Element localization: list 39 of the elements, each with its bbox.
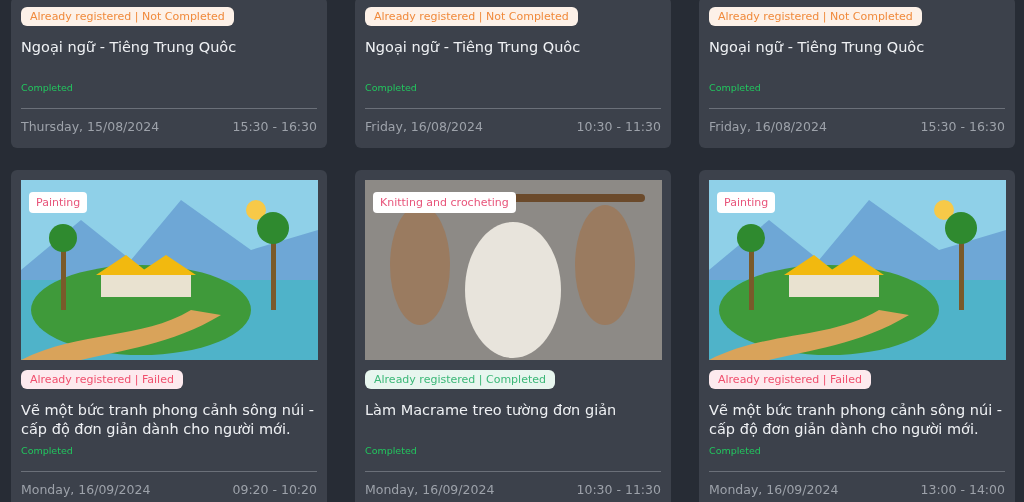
registration-status-badge: Already registered | Not Completed <box>709 7 922 26</box>
category-tag: Painting <box>717 192 776 213</box>
result-status: Completed <box>709 445 762 456</box>
session-time: 13:00 - 14:00 <box>920 482 1005 497</box>
course-title: Ngoại ngữ - Tiêng Trung Quôc <box>365 38 582 57</box>
course-card[interactable]: Painting Already registered | Failed Vẽ một bức tranh phong cảnh sông núi - cấp độ đơn giản dành cho người mới. Completed Monday, 16/09/2024 13:00 - 14:00 <box>699 170 1015 502</box>
result-status: Completed <box>365 82 418 93</box>
course-card[interactable]: Already registered | Not Completed Ngoại ngữ - Tiêng Trung Quôc Completed Friday, 16/08/2024 15:30 - 16:30 <box>699 0 1015 148</box>
session-time: 10:30 - 11:30 <box>576 119 661 134</box>
session-date: Monday, 16/09/2024 <box>21 482 151 497</box>
result-status: Completed <box>365 445 418 456</box>
session-date: Thursday, 15/08/2024 <box>21 119 160 134</box>
course-title: Làm Macrame treo tường đơn giản <box>365 401 618 420</box>
result-status: Completed <box>21 82 74 93</box>
session-date: Monday, 16/09/2024 <box>365 482 495 497</box>
session-time: 09:20 - 10:20 <box>232 482 317 497</box>
session-time: 10:30 - 11:30 <box>576 482 661 497</box>
registration-status-badge: Already registered | Failed <box>709 370 871 389</box>
registration-status-badge: Already registered | Completed <box>365 370 555 389</box>
course-card[interactable]: Knitting and crocheting Already registered | Completed Làm Macrame treo tường đơn giản Completed Monday, 16/09/2024 10:30 - 11:30 <box>355 170 671 502</box>
registration-status-badge: Already registered | Not Completed <box>365 7 578 26</box>
course-title: Vẽ một bức tranh phong cảnh sông núi - cấp độ đơn giản dành cho người mới. <box>709 401 1004 439</box>
session-time: 15:30 - 16:30 <box>232 119 317 134</box>
session-date: Friday, 16/08/2024 <box>365 119 483 134</box>
course-card[interactable]: Already registered | Not Completed Ngoại ngữ - Tiêng Trung Quôc Completed Thursday, 15/08/2024 15:30 - 16:30 <box>11 0 327 148</box>
course-title: Vẽ một bức tranh phong cảnh sông núi - cấp độ đơn giản dành cho người mới. <box>21 401 316 439</box>
course-title: Ngoại ngữ - Tiêng Trung Quôc <box>709 38 926 57</box>
course-card[interactable]: Already registered | Not Completed Ngoại ngữ - Tiêng Trung Quôc Completed Friday, 16/08/2024 10:30 - 11:30 <box>355 0 671 148</box>
course-title: Ngoại ngữ - Tiêng Trung Quôc <box>21 38 238 57</box>
result-status: Completed <box>709 82 762 93</box>
registration-status-badge: Already registered | Failed <box>21 370 183 389</box>
category-tag: Painting <box>29 192 88 213</box>
course-card[interactable]: Painting Already registered | Failed Vẽ một bức tranh phong cảnh sông núi - cấp độ đơn giản dành cho người mới. Completed Monday, 16/09/2024 09:20 - 10:20 <box>11 170 327 502</box>
session-date: Friday, 16/08/2024 <box>709 119 827 134</box>
session-time: 15:30 - 16:30 <box>920 119 1005 134</box>
registration-status-badge: Already registered | Not Completed <box>21 7 234 26</box>
session-date: Monday, 16/09/2024 <box>709 482 839 497</box>
result-status: Completed <box>21 445 74 456</box>
category-tag: Knitting and crocheting <box>373 192 516 213</box>
